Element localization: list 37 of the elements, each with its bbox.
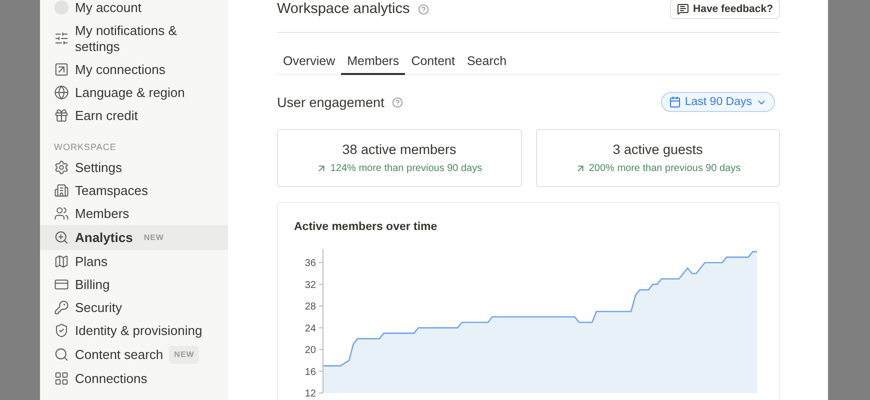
sidebar-item[interactable]: Identity & provisioning [40,319,228,342]
stat-value: 3 active guests [612,142,703,157]
new-badge: NEW [169,346,200,364]
sidebar-item[interactable]: Analytics NEW [40,225,228,250]
section-title: User engagement [277,94,384,110]
section-label: WORKSPACE [53,141,118,154]
stat-value: 38 active members [342,142,456,157]
sidebar-item[interactable]: Billing [40,273,228,296]
sidebar-item[interactable]: Content search NEW [40,342,228,367]
sidebar-item[interactable]: Teamspaces [40,179,228,202]
sidebar-item[interactable]: My account [40,0,228,19]
sidebar-item[interactable]: Members [40,202,228,225]
tab[interactable]: Overview [277,33,342,75]
sidebar-item[interactable]: Settings [40,156,228,179]
sidebar-item[interactable]: Security [40,296,228,319]
y-tick-label: 24 [304,323,316,334]
chart-title: Active members over time [294,220,438,235]
y-tick-label: 20 [304,345,316,356]
feedback-button[interactable]: Have feedback? [670,0,780,19]
y-tick-label: 28 [304,302,316,313]
sidebar-item[interactable]: My notifications & settings [40,19,228,58]
stat-change: 124% more than previous 90 days [330,163,482,174]
sidebar-item[interactable]: Connections [40,367,228,390]
y-tick-label: 32 [304,280,316,291]
stat-change: 200% more than previous 90 days [588,163,741,174]
page-title: Workspace analytics [277,1,410,17]
y-tick-label: 12 [304,388,316,399]
sidebar-item[interactable]: Earn credit [40,104,228,127]
tab[interactable]: Content [405,33,461,75]
y-tick-label: 16 [304,366,316,378]
date-range-button[interactable]: Last 90 Days [660,92,775,112]
tab[interactable]: Search [460,33,513,75]
y-tick-label: 36 [304,258,316,270]
sidebar-item[interactable]: Language & region [40,81,228,104]
sidebar-item[interactable]: My connections [40,58,228,81]
tab[interactable]: Members [341,33,406,75]
sidebar-item[interactable]: Plans [40,250,228,273]
